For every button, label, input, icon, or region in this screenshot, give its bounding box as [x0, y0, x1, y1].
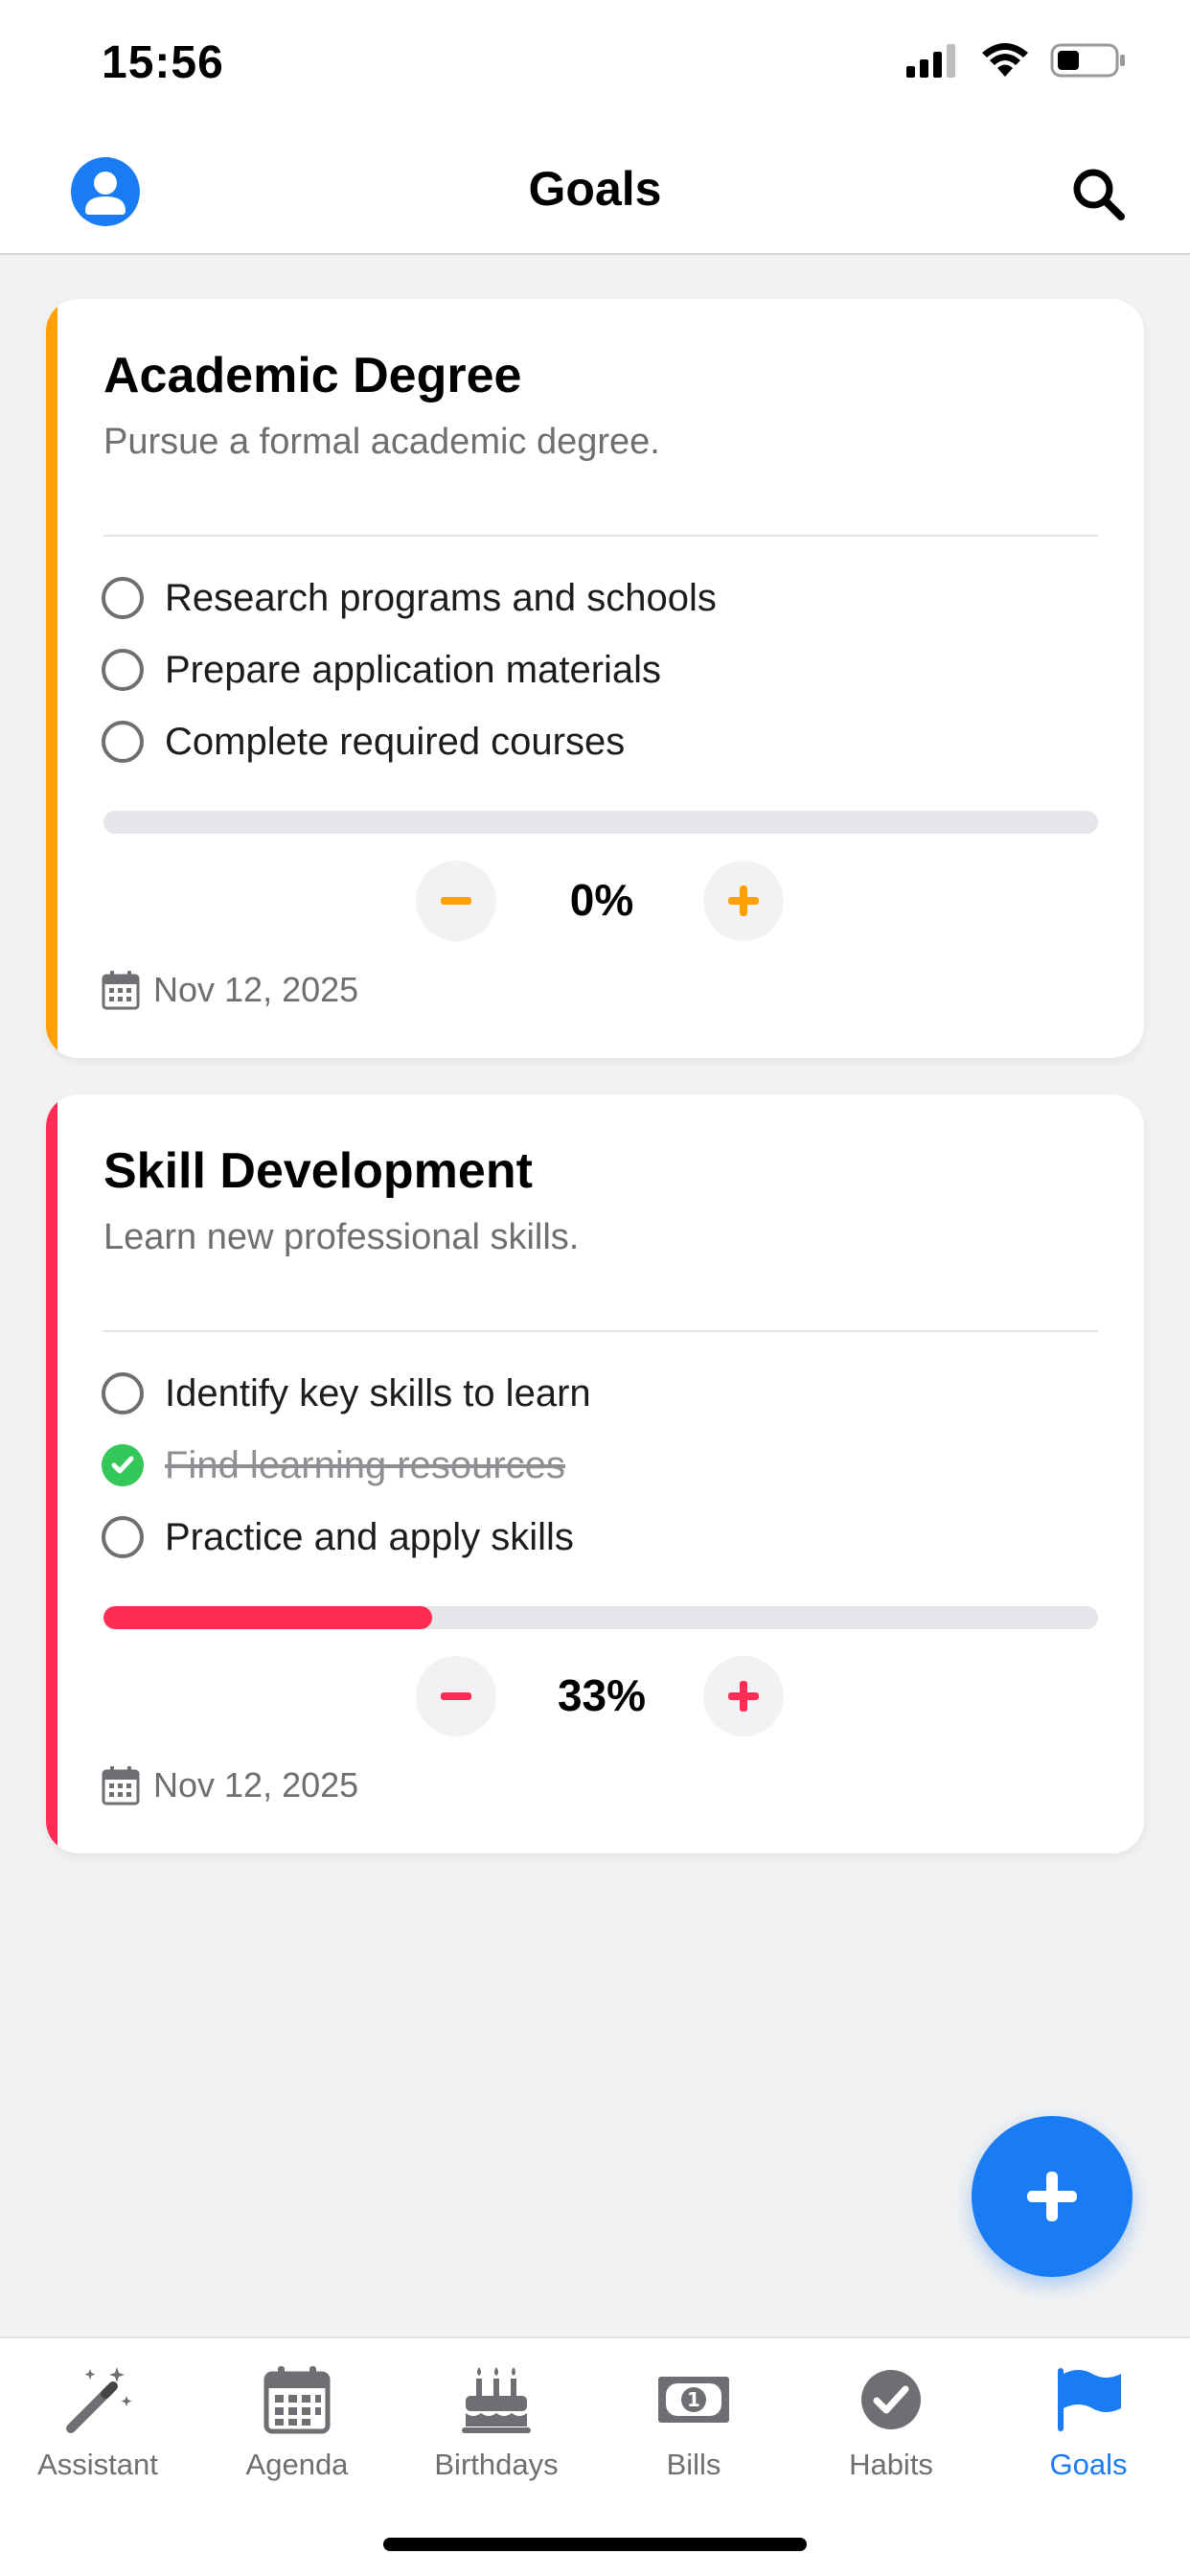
- nav-header: Goals: [0, 126, 1190, 255]
- progress-percent: 33%: [557, 1670, 647, 1720]
- tab-habits[interactable]: Habits: [795, 2363, 987, 2488]
- card-accent-bar: [46, 299, 57, 1058]
- status-bar: 15:56: [0, 0, 1190, 126]
- home-indicator: [383, 2538, 807, 2551]
- plus-icon: [728, 1681, 759, 1712]
- plus-icon: [1027, 2172, 1077, 2221]
- minus-icon: [441, 1692, 471, 1700]
- due-date-text: Nov 12, 2025: [153, 970, 359, 1009]
- unchecked-circle-icon[interactable]: [102, 577, 144, 619]
- unchecked-circle-icon[interactable]: [102, 1372, 144, 1414]
- battery-icon: [1050, 43, 1125, 78]
- unchecked-circle-icon[interactable]: [102, 649, 144, 691]
- tab-birthdays[interactable]: Birthdays: [400, 2363, 592, 2488]
- progress-fill: [103, 1606, 432, 1629]
- goal-card[interactable]: Skill Development Learn new professional…: [46, 1094, 1144, 1853]
- goal-title: Skill Development: [103, 1143, 533, 1199]
- task-item[interactable]: Practice and apply skills: [102, 1508, 574, 1566]
- add-goal-button[interactable]: [972, 2116, 1133, 2277]
- check-circle-icon: [853, 2363, 929, 2436]
- task-item[interactable]: Find learning resources: [102, 1437, 565, 1494]
- task-label: Practice and apply skills: [165, 1515, 574, 1558]
- goal-description: Learn new professional skills.: [103, 1217, 580, 1257]
- status-time: 15:56: [102, 37, 224, 88]
- increase-progress-button[interactable]: [703, 1656, 784, 1736]
- unchecked-circle-icon[interactable]: [102, 721, 144, 763]
- task-label: Identify key skills to learn: [165, 1371, 591, 1414]
- task-item[interactable]: Identify key skills to learn: [102, 1365, 591, 1422]
- tab-label: Bills: [666, 2448, 721, 2481]
- progress-percent: 0%: [569, 875, 634, 925]
- task-item[interactable]: Research programs and schools: [102, 569, 717, 627]
- search-icon[interactable]: [1069, 165, 1127, 222]
- tab-label: Assistant: [37, 2448, 158, 2481]
- due-date-text: Nov 12, 2025: [153, 1765, 359, 1805]
- flag-icon: [1050, 2363, 1127, 2436]
- decrease-progress-button[interactable]: [416, 861, 496, 941]
- due-date: Nov 12, 2025: [102, 970, 358, 1010]
- tab-label: Habits: [849, 2448, 933, 2481]
- task-item[interactable]: Complete required courses: [102, 713, 625, 770]
- cellular-signal-icon: [906, 44, 955, 78]
- calendar-icon: [259, 2363, 335, 2436]
- card-divider: [103, 535, 1098, 537]
- tab-bills[interactable]: 1 Bills: [598, 2363, 790, 2488]
- progress-bar: [103, 1606, 1098, 1629]
- tab-label: Goals: [1049, 2448, 1128, 2481]
- task-label: Find learning resources: [165, 1443, 565, 1486]
- tab-label: Agenda: [245, 2448, 349, 2481]
- decrease-progress-button[interactable]: [416, 1656, 496, 1736]
- birthday-cake-icon: [458, 2363, 535, 2436]
- goal-card[interactable]: Academic Degree Pursue a formal academic…: [46, 299, 1144, 1058]
- plus-icon: [728, 886, 759, 916]
- progress-bar: [103, 811, 1098, 834]
- increase-progress-button[interactable]: [703, 861, 784, 941]
- task-label: Complete required courses: [165, 720, 626, 763]
- due-date: Nov 12, 2025: [102, 1765, 358, 1806]
- goal-description: Pursue a formal academic degree.: [103, 422, 660, 462]
- tab-goals[interactable]: Goals: [993, 2363, 1184, 2488]
- card-accent-bar: [46, 1094, 57, 1853]
- minus-icon: [441, 897, 471, 905]
- task-item[interactable]: Prepare application materials: [102, 641, 661, 699]
- tab-assistant[interactable]: Assistant: [2, 2363, 194, 2488]
- unchecked-circle-icon[interactable]: [102, 1516, 144, 1558]
- calendar-icon: [102, 1766, 140, 1806]
- magic-wand-icon: [59, 2363, 136, 2436]
- calendar-icon: [102, 971, 140, 1010]
- card-divider: [103, 1330, 1098, 1332]
- page-title: Goals: [528, 162, 662, 216]
- status-icons: [906, 42, 1127, 79]
- goal-title: Academic Degree: [103, 348, 522, 403]
- checked-circle-icon[interactable]: [102, 1444, 144, 1486]
- wifi-icon: [982, 43, 1028, 77]
- task-label: Prepare application materials: [165, 648, 662, 691]
- tab-agenda[interactable]: Agenda: [201, 2363, 393, 2488]
- task-label: Research programs and schools: [165, 576, 717, 619]
- banknote-icon: 1: [655, 2363, 732, 2436]
- tab-label: Birthdays: [434, 2448, 559, 2481]
- svg-text:1: 1: [687, 2388, 700, 2411]
